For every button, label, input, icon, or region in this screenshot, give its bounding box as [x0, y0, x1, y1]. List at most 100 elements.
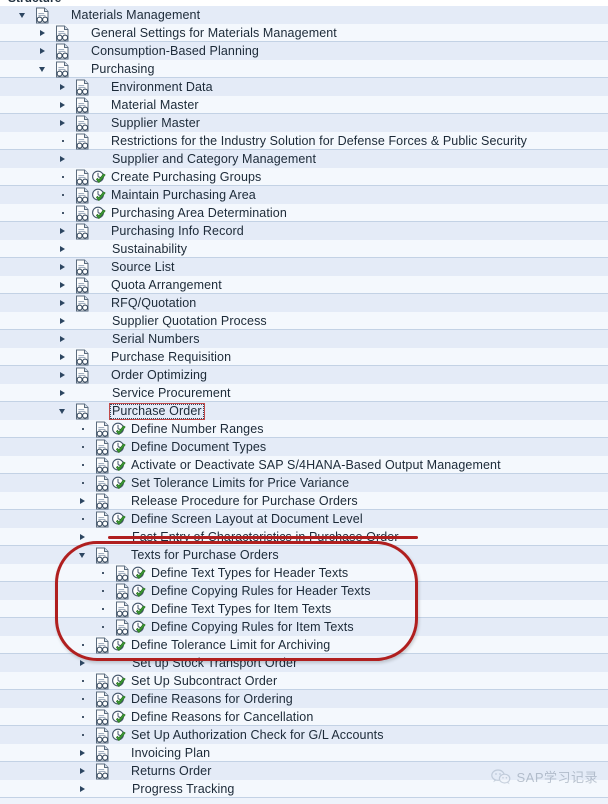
tree-row[interactable]: Supplier Quotation Process: [0, 312, 608, 330]
tree-row[interactable]: Invoicing Plan: [0, 744, 608, 762]
tree-node-label[interactable]: Set up Stock Transport Order: [129, 654, 297, 672]
chevron-right-icon[interactable]: [78, 528, 89, 546]
chevron-right-icon[interactable]: [58, 294, 69, 312]
tree-row[interactable]: Environment Data: [0, 78, 608, 96]
chevron-right-icon[interactable]: [58, 348, 69, 366]
tree-node-label[interactable]: Define Screen Layout at Document Level: [128, 510, 363, 528]
tree-node-label[interactable]: Supplier and Category Management: [109, 150, 316, 168]
tree-row[interactable]: Define Number Ranges: [0, 420, 608, 438]
tree-node-label[interactable]: Define Reasons for Ordering: [128, 690, 293, 708]
tree-node-label[interactable]: Returns Order: [128, 762, 212, 780]
img-activity-icon[interactable]: [131, 566, 146, 581]
tree-node-label[interactable]: Define Copying Rules for Item Texts: [148, 618, 354, 636]
tree-node-label[interactable]: Set Up Subcontract Order: [128, 672, 277, 690]
img-activity-icon[interactable]: [91, 206, 106, 221]
tree-row[interactable]: Supplier Master: [0, 114, 608, 132]
tree-node-label[interactable]: Define Tolerance Limit for Archiving: [128, 636, 330, 654]
tree-row[interactable]: Service Procurement: [0, 384, 608, 402]
img-activity-icon[interactable]: [131, 602, 146, 617]
tree-row[interactable]: Sustainability: [0, 240, 608, 258]
img-activity-icon[interactable]: [131, 584, 146, 599]
tree-node-label[interactable]: Materials Management: [68, 6, 200, 24]
img-activity-icon[interactable]: [131, 620, 146, 635]
tree-row[interactable]: Order Optimizing: [0, 366, 608, 384]
tree-row[interactable]: Activate or Deactivate SAP S/4HANA-Based…: [0, 456, 608, 474]
tree-row[interactable]: Release Procedure for Purchase Orders: [0, 492, 608, 510]
img-activity-icon[interactable]: [111, 638, 126, 653]
tree-row[interactable]: Define Reasons for Cancellation: [0, 708, 608, 726]
tree-row[interactable]: Set up Stock Transport Order: [0, 654, 608, 672]
tree-row[interactable]: Define Document Types: [0, 438, 608, 456]
chevron-down-icon[interactable]: [38, 60, 49, 78]
chevron-right-icon[interactable]: [58, 330, 69, 348]
tree-node-label[interactable]: Quota Arrangement: [108, 276, 222, 294]
tree-node-label[interactable]: Invoicing Plan: [128, 744, 210, 762]
tree-node-label[interactable]: Sustainability: [109, 240, 187, 258]
img-activity-icon[interactable]: [91, 170, 106, 185]
img-activity-icon[interactable]: [111, 674, 126, 689]
tree-node-label-selected[interactable]: Purchase Order: [109, 402, 205, 420]
img-activity-icon[interactable]: [111, 728, 126, 743]
tree-node-label[interactable]: Supplier Master: [108, 114, 200, 132]
img-activity-icon[interactable]: [91, 188, 106, 203]
tree-row[interactable]: Purchasing Info Record: [0, 222, 608, 240]
tree-node-label[interactable]: Purchasing Info Record: [108, 222, 244, 240]
tree-node-label[interactable]: Define Copying Rules for Header Texts: [148, 582, 371, 600]
tree-node-label[interactable]: Set Up Authorization Check for G/L Accou…: [128, 726, 384, 744]
tree-node-label[interactable]: General Settings for Materials Managemen…: [88, 24, 337, 42]
tree-node-label[interactable]: Define Text Types for Header Texts: [148, 564, 348, 582]
chevron-right-icon[interactable]: [58, 240, 69, 258]
img-activity-icon[interactable]: [111, 476, 126, 491]
tree-node-label[interactable]: Create Purchasing Groups: [108, 168, 261, 186]
tree-row[interactable]: Consumption-Based Planning: [0, 42, 608, 60]
tree-node-label[interactable]: Purchase Requisition: [108, 348, 231, 366]
img-activity-icon[interactable]: [111, 440, 126, 455]
tree-row[interactable]: Define Text Types for Header Texts: [0, 564, 608, 582]
chevron-right-icon[interactable]: [38, 24, 49, 42]
tree-node-label[interactable]: Activate or Deactivate SAP S/4HANA-Based…: [128, 456, 501, 474]
img-activity-icon[interactable]: [111, 710, 126, 725]
chevron-right-icon[interactable]: [58, 312, 69, 330]
tree-row[interactable]: Supplier and Category Management: [0, 150, 608, 168]
tree-row[interactable]: Materials Management: [0, 6, 608, 24]
tree-node-label[interactable]: Supplier Quotation Process: [109, 312, 267, 330]
chevron-right-icon[interactable]: [38, 42, 49, 60]
chevron-right-icon[interactable]: [78, 762, 89, 780]
tree-row[interactable]: Set Tolerance Limits for Price Variance: [0, 474, 608, 492]
tree-node-label[interactable]: Material Master: [108, 96, 199, 114]
tree-row[interactable]: Purchasing Area Determination: [0, 204, 608, 222]
tree-row[interactable]: Set Up Authorization Check for G/L Accou…: [0, 726, 608, 744]
tree-node-label[interactable]: Fast Entry of Characteristics in Purchas…: [129, 528, 399, 546]
tree-node-label[interactable]: Progress Tracking: [129, 780, 234, 798]
tree-row[interactable]: Define Copying Rules for Header Texts: [0, 582, 608, 600]
tree-row[interactable]: Serial Numbers: [0, 330, 608, 348]
tree-node-label[interactable]: Define Document Types: [128, 438, 266, 456]
chevron-right-icon[interactable]: [78, 492, 89, 510]
chevron-right-icon[interactable]: [58, 276, 69, 294]
tree-row[interactable]: Define Copying Rules for Item Texts: [0, 618, 608, 636]
chevron-right-icon[interactable]: [58, 150, 69, 168]
tree-node-label[interactable]: Set Tolerance Limits for Price Variance: [128, 474, 349, 492]
tree-node-label[interactable]: Serial Numbers: [109, 330, 200, 348]
img-activity-icon[interactable]: [111, 422, 126, 437]
tree-node-label[interactable]: Release Procedure for Purchase Orders: [128, 492, 358, 510]
tree-row[interactable]: Texts for Purchase Orders: [0, 546, 608, 564]
tree-row[interactable]: Purchasing: [0, 60, 608, 78]
tree-node-label[interactable]: Order Optimizing: [108, 366, 207, 384]
chevron-right-icon[interactable]: [78, 744, 89, 762]
chevron-right-icon[interactable]: [58, 258, 69, 276]
tree-row[interactable]: Restrictions for the Industry Solution f…: [0, 132, 608, 150]
tree-node-label[interactable]: Consumption-Based Planning: [88, 42, 259, 60]
tree-row[interactable]: Fast Entry of Characteristics in Purchas…: [0, 528, 608, 546]
tree-node-label[interactable]: Service Procurement: [109, 384, 231, 402]
img-structure-tree[interactable]: Materials Management General Settings for…: [0, 6, 608, 798]
chevron-right-icon[interactable]: [58, 384, 69, 402]
chevron-right-icon[interactable]: [58, 96, 69, 114]
chevron-right-icon[interactable]: [78, 780, 89, 798]
tree-row[interactable]: Purchase Order: [0, 402, 608, 420]
tree-node-label[interactable]: RFQ/Quotation: [108, 294, 196, 312]
chevron-down-icon[interactable]: [58, 402, 69, 420]
tree-node-label[interactable]: Texts for Purchase Orders: [128, 546, 279, 564]
tree-node-label[interactable]: Purchasing Area Determination: [108, 204, 287, 222]
tree-row[interactable]: Define Screen Layout at Document Level: [0, 510, 608, 528]
